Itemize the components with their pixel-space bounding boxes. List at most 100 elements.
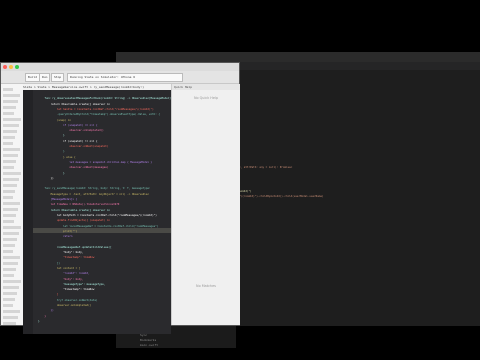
minimize-window-button[interactable] [9,65,13,69]
code-line: ] [35,293,59,297]
run-button[interactable]: Run [39,73,51,82]
build-button[interactable]: Build [25,73,41,82]
code-line: }) [35,309,54,313]
navigator-row[interactable] [3,124,19,127]
code-line: ]) [35,261,60,265]
code-line: let timeNow = NSDate().timeIntervalSince… [35,203,120,207]
activity-status: Running Slate on Simulator: iPhone 6 [67,73,183,82]
code-line: } [35,134,65,138]
code-line: "body": body, [35,277,84,281]
navigator-row[interactable] [3,148,20,151]
no-quick-help-label: No Quick Help [193,96,219,100]
navigator-row[interactable] [3,142,13,145]
code-line: "roomId": roomId, [35,272,90,276]
code-line: observer.onCompleted() [35,304,92,307]
sidebar-label: main.swift [140,343,159,347]
navigator-row[interactable] [3,154,18,157]
close-window-button[interactable] [3,65,7,69]
navigator-row[interactable] [3,106,16,109]
no-matches-label: No Matches [196,284,216,288]
navigator-row[interactable] [3,322,16,325]
navigator-row[interactable] [3,130,17,133]
code-line: observer.onNext(messages) [35,166,109,170]
navigator-row[interactable] [3,88,13,91]
code-line: print("") [35,229,78,233]
code-line: return Observable.create({ observer in [35,208,110,212]
navigator-row[interactable] [3,232,19,235]
navigator-row[interactable] [3,292,17,295]
navigator-row[interactable] [3,196,13,199]
code-line: .queryOrderedByChild("timestamp").observ… [35,113,160,117]
navigator-row[interactable] [3,304,13,307]
navigator-row[interactable] [3,256,20,259]
navigator-row[interactable] [3,316,18,319]
code-line: } else { [35,155,76,159]
navigator-row[interactable] [3,178,19,181]
code-line: func ry_observeLatestMessagesForRoom(roo… [35,97,176,101]
navigator-row[interactable] [3,226,21,229]
code-line: update.findObjects({ (snapshot) in [35,219,110,223]
code-line: } [35,314,46,318]
code-line: roomMessagesRef.updateChildValues([ [35,245,112,249]
navigator-row[interactable] [3,286,19,289]
code-line: }) [35,176,54,180]
code-line: return [35,235,73,239]
code-line: try? observer.onNext(data) [35,298,98,302]
code-line: } [35,319,40,323]
navigator-row[interactable] [3,280,21,283]
code-line: MessageType = .text, attrPath: AnyObject… [35,192,149,196]
code-line: [MessageModel]> { [35,198,78,201]
navigator-row[interactable] [3,274,14,277]
navigator-row[interactable] [3,166,14,169]
code-line: "body": body, [35,251,84,254]
navigator-row[interactable] [3,250,13,253]
code-line: func ry_sendMessage(roomId: String, body… [35,187,151,191]
navigator-row[interactable] [3,244,15,247]
line-number-gutter [23,90,33,334]
navigator-row[interactable] [3,214,16,217]
navigator-row[interactable] [3,190,15,193]
navigator-row[interactable] [3,112,14,115]
code-line: return Observable.create({ observer in [35,102,110,106]
navigator-row[interactable] [3,94,20,97]
code-line: let localMessageRef = Constants.rootRef.… [35,224,159,228]
stop-button[interactable]: Stop [51,73,65,82]
code-line: if (snapshot) == nil { [35,123,98,127]
code-line: (snap) in [35,118,71,122]
project-navigator[interactable] [1,84,24,325]
code-line: let handle = Constants.rootRef.child("ro… [35,107,154,111]
code-line: observer.onCompleted() [35,129,104,133]
background-editor-titlebar [116,52,480,62]
sidebar-label: Bookmarks [140,338,157,342]
navigator-row[interactable] [3,100,18,103]
code-line: } [35,171,65,175]
code-line: let messages = snapshot.children.map { M… [35,160,153,164]
navigator-row[interactable] [3,268,16,271]
code-line: let content = [ [35,266,81,270]
navigator-row[interactable] [3,202,20,205]
zoom-window-button[interactable] [15,65,19,69]
xcode-titlebar [1,63,239,71]
xcode-window: Build Run Stop Running Slate on Simulato… [0,62,240,334]
code-line: "timestamp": timeNow [35,288,95,292]
code-line: "timestamp": timeNow [35,256,95,260]
code-editor[interactable]: func ry_observeLatestMessagesForRoom(roo… [23,90,176,334]
navigator-row[interactable] [3,310,20,313]
navigator-row[interactable] [3,298,15,301]
navigator-row[interactable] [3,160,16,163]
navigator-row[interactable] [3,118,21,121]
navigator-row[interactable] [3,208,18,211]
navigator-row[interactable] [3,238,17,241]
code-line: } [35,150,65,154]
navigator-row[interactable] [3,262,18,265]
navigator-row[interactable] [3,184,17,187]
navigator-row[interactable] [3,136,15,139]
navigator-row[interactable] [3,172,21,175]
code-line: if (snapshot) != nil { [35,139,98,143]
code-line: "messageType": messageType, [35,282,106,286]
quick-help-header[interactable]: Quick Help [172,84,240,90]
utilities-panel: Quick Help No Quick Help No Matches [171,84,240,325]
navigator-row[interactable] [3,220,14,223]
xcode-toolbar: Build Run Stop Running Slate on Simulato… [1,71,239,84]
code-line: let bodyPath = Constants.rootRef.child("… [35,213,157,217]
